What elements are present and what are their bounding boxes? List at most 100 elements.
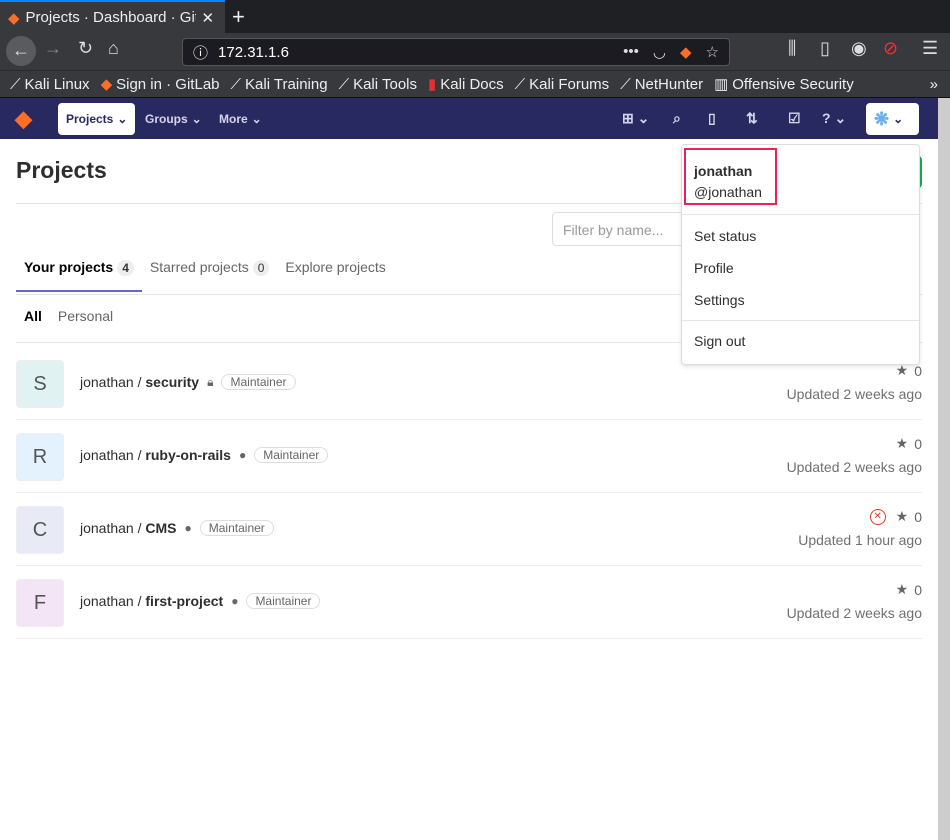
project-link[interactable]: jonathan / CMS (80, 520, 177, 536)
user-menu-button[interactable]: ❋ ⌄ (866, 103, 919, 135)
chevron-down-icon: ⌄ (251, 112, 262, 126)
chevron-down-icon: ⌄ (893, 112, 904, 126)
star-icon[interactable]: ★ (896, 508, 909, 525)
project-row[interactable]: C jonathan / CMS ● Maintainer ✕ ★ 0 Update… (16, 493, 922, 566)
bookmark[interactable]: ⟋ Kali Linux (10, 76, 90, 93)
issues-icon[interactable]: ▯ (708, 110, 716, 127)
star-count: 0 (914, 508, 922, 525)
more-bookmarks-icon[interactable]: » (930, 76, 950, 93)
project-link[interactable]: jonathan / ruby-on-rails (80, 447, 231, 463)
bookmark[interactable]: ⟋ NetHunter (620, 76, 703, 93)
tab-starred-projects[interactable]: Starred projects 0 (142, 259, 278, 292)
sidebar-icon[interactable]: ▯ (820, 38, 830, 59)
home-icon[interactable]: ⌂ (108, 38, 119, 59)
groups-menu-button[interactable]: Groups ⌄ (137, 103, 210, 135)
kali-icon: ⟋ (514, 75, 526, 93)
project-row[interactable]: F jonathan / first-project ● Maintainer … (16, 566, 922, 639)
menu-item-profile[interactable]: Profile (694, 260, 734, 276)
subtab-personal[interactable]: Personal (58, 308, 113, 324)
reload-icon[interactable]: ↻ (78, 38, 93, 59)
gitlab-icon: ◆ (680, 44, 692, 61)
kali-icon: ⟋ (230, 75, 242, 93)
updated-time: Updated 1 hour ago (798, 532, 922, 548)
search-icon[interactable]: ⌕ (673, 110, 681, 127)
avatar: ❋ (874, 108, 890, 129)
tab-your-projects[interactable]: Your projects 4 (16, 259, 142, 292)
back-icon[interactable]: ← (6, 36, 36, 66)
star-icon[interactable]: ★ (896, 581, 909, 598)
project-avatar[interactable]: C (16, 506, 64, 554)
more-icon[interactable]: ••• (623, 43, 639, 61)
url-bar[interactable]: ⓘ 172.31.1.6 ••• ◡ ◆ ☆ (182, 38, 730, 66)
divider (682, 214, 919, 215)
globe-icon: ● (184, 521, 192, 535)
project-link[interactable]: jonathan / first-project (80, 593, 223, 609)
menu-item-sign-out[interactable]: Sign out (694, 333, 745, 349)
star-count: 0 (914, 581, 922, 598)
role-badge: Maintainer (199, 520, 274, 536)
globe-icon: ● (238, 448, 247, 462)
browser-tab[interactable]: ◆ Projects · Dashboard · GitLab ✕ (0, 0, 225, 33)
more-menu-button[interactable]: More ⌄ (211, 103, 270, 135)
merge-requests-icon[interactable]: ⇅ (746, 110, 758, 127)
menu-icon[interactable]: ☰ (922, 38, 938, 59)
updated-time: Updated 2 weeks ago (786, 459, 922, 475)
bookmark[interactable]: ⟋ Kali Tools (339, 76, 417, 93)
updated-time: Updated 2 weeks ago (786, 386, 922, 402)
menu-item-settings[interactable]: Settings (694, 292, 745, 308)
user-name: jonathan (694, 163, 753, 179)
gitlab-header: ◆ Projects ⌄ Groups ⌄ More ⌄ ⊞ ⌄ ⌕ ▯ ⇅ ☑ ? … (0, 98, 938, 139)
role-badge: Maintainer (254, 447, 329, 463)
scrollbar[interactable] (938, 98, 950, 840)
bookmark[interactable]: ▥ Offensive Security (714, 75, 854, 94)
help-icon[interactable]: ? ⌄ (822, 110, 846, 127)
bookmark[interactable]: ◆ Sign in · GitLab (100, 75, 220, 94)
bookmarks-bar: ⟋ Kali Linux ◆ Sign in · GitLab ⟋ Kali Trai… (0, 70, 950, 98)
plus-square-icon[interactable]: ⊞ ⌄ (622, 110, 649, 127)
todos-icon[interactable]: ☑ (788, 110, 801, 127)
offsec-icon: ▥ (714, 76, 729, 93)
tab-explore-projects[interactable]: Explore projects (277, 259, 393, 292)
user-dropdown-menu: jonathan @jonathan Set status Profile Se… (681, 144, 920, 365)
forward-icon[interactable]: → (44, 38, 62, 59)
docs-icon: ▮ (428, 76, 437, 93)
user-username: @jonathan (694, 184, 762, 200)
star-count: 0 (914, 435, 922, 452)
gitlab-favicon-icon: ◆ (8, 9, 20, 27)
role-badge: Maintainer (221, 374, 296, 390)
kali-icon: ⟋ (620, 75, 631, 93)
chevron-down-icon: ⌄ (191, 112, 202, 126)
new-tab-button[interactable]: + (232, 4, 245, 30)
page-title: Projects (16, 157, 107, 183)
gitlab-icon: ◆ (100, 76, 113, 93)
updated-time: Updated 2 weeks ago (786, 605, 922, 621)
gitlab-logo-icon[interactable]: ◆ (15, 106, 32, 132)
extension-icon[interactable]: ⊘ (883, 38, 898, 59)
browser-tab-bar: ◆ Projects · Dashboard · GitLab ✕ + (0, 0, 950, 33)
project-row[interactable]: R jonathan / ruby-on-rails ● Maintainer … (16, 420, 922, 493)
close-tab-icon[interactable]: ✕ (202, 9, 215, 27)
star-icon[interactable]: ★ (896, 435, 909, 452)
globe-icon: ● (231, 594, 239, 608)
pipeline-failed-icon[interactable]: ✕ (869, 508, 886, 525)
pocket-icon[interactable]: ◡ (653, 43, 666, 61)
project-link[interactable]: jonathan / security (80, 374, 199, 390)
project-avatar[interactable]: F (16, 579, 64, 627)
kali-icon: ⟋ (10, 75, 21, 93)
project-avatar[interactable]: R (16, 433, 64, 481)
info-icon: ⓘ (193, 44, 209, 62)
projects-menu-button[interactable]: Projects ⌄ (58, 103, 136, 135)
project-avatar[interactable]: S (16, 360, 64, 408)
bookmark[interactable]: ⟋ Kali Forums (515, 76, 610, 93)
browser-toolbar: ← → ↻ ⌂ ⓘ 172.31.1.6 ••• ◡ ◆ ☆ ⫼ ▯ ◉ ⊘ ☰ (0, 33, 950, 70)
account-icon[interactable]: ◉ (851, 38, 867, 59)
subtab-all[interactable]: All (24, 308, 42, 324)
kali-icon: ⟋ (338, 75, 350, 93)
menu-item-set-status[interactable]: Set status (694, 228, 756, 244)
bookmark[interactable]: ▮ Kali Docs (428, 75, 504, 94)
library-icon[interactable]: ⫼ (788, 38, 796, 59)
bookmark[interactable]: ⟋ Kali Training (231, 76, 328, 93)
bookmark-star-icon[interactable]: ☆ (706, 43, 719, 61)
chevron-down-icon: ⌄ (117, 112, 128, 126)
lock-icon: 🔒︎ (207, 374, 214, 389)
